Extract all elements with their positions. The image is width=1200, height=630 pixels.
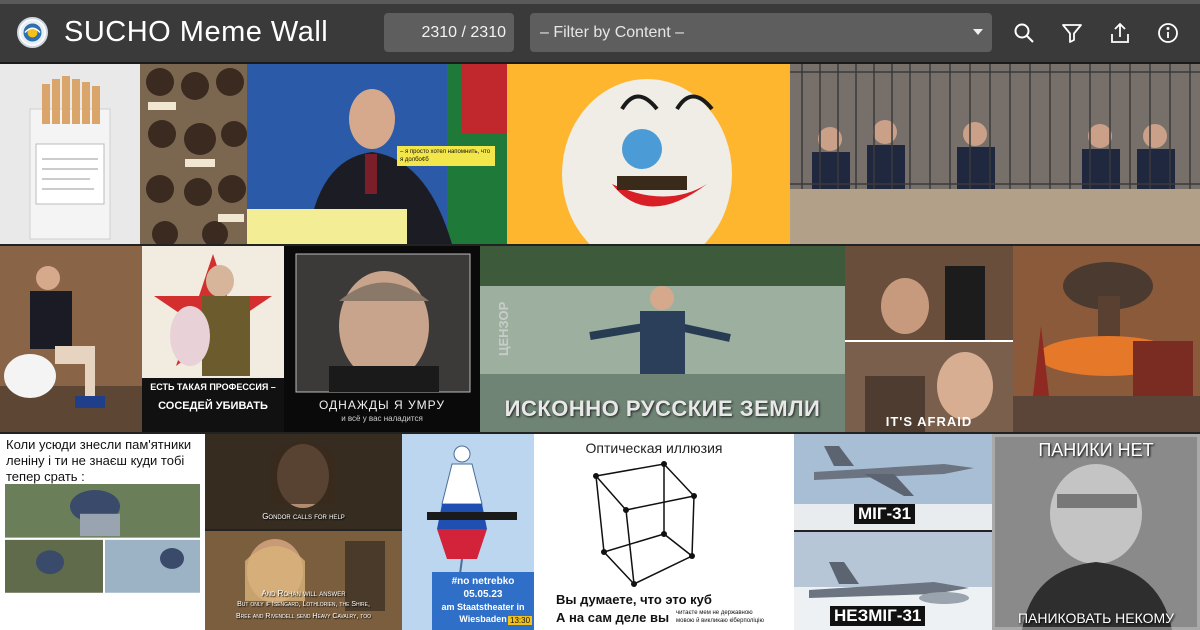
netrebko-time: 13:30 [508,616,533,625]
meme-clown[interactable] [507,64,790,244]
netrebko-line2: 05.05.23 [463,589,503,600]
meme-monuments[interactable]: Коли усюди знесли пам'ятники леніну і ти… [0,434,205,630]
lukashenko-caption: – я просто хотел напомнить, что я долбо¢… [397,146,495,166]
netrebko-line3: am Staatstheater in [441,602,525,612]
panic-top: ПАНИКИ НЕТ [1038,440,1154,460]
meme-its-afraid[interactable]: IT'S AFRAID [845,246,1013,432]
netrebko-line1: #no netrebko [451,576,515,587]
afraid-caption: IT'S AFRAID [885,414,973,429]
mig-caption: МІГ-31 [854,504,916,524]
meme-profession-poster[interactable]: ЕСТЬ ТАКАЯ ПРОФЕССИЯ – СОСЕДЕЙ УБИВАТЬ [142,246,284,432]
meme-courtroom-cage[interactable] [790,64,1200,244]
illusion-small2: мовою й викликаю кіберполіцію [676,618,765,624]
search-icon[interactable] [1012,21,1036,45]
meme-one-day-i-die[interactable]: ОДНАЖДЫ Я УМРУ и всё у вас наладится [284,246,480,432]
monuments-text: Коли усюди знесли пам'ятники леніну і ти… [6,437,192,484]
info-icon[interactable] [1156,21,1180,45]
toolbar: SUCHO Meme Wall 2310 / 2310 – Filter by … [0,4,1200,62]
meme-gondor[interactable]: Gondor calls for help [205,434,402,529]
meme-cigarettes[interactable] [0,64,140,244]
meme-optical-illusion[interactable]: Оптическая иллюзия Вы думаете, что это к… [534,434,794,630]
meme-nezmig31[interactable]: НЕЗМІГ-31 [794,532,992,630]
filter-icon[interactable] [1060,21,1084,45]
rohan-line3: Bree and Rivendell send Heavy Cavalry, t… [236,613,371,620]
meme-netrebko[interactable]: #no netrebko 05.05.23 am Staatstheater i… [402,434,534,630]
meme-rohan[interactable]: And Rohan will answer But only if Isenga… [205,531,402,630]
meme-wall: – я просто хотел напомнить, что я долбо¢… [0,64,1200,630]
illusion-line1: Вы думаете, что это куб [556,592,712,607]
meme-swamp[interactable]: ЦЕНЗОР ИСКОННО РУССКИЕ ЗЕМЛИ [480,246,845,432]
profession-line1: ЕСТЬ ТАКАЯ ПРОФЕССИЯ – [150,382,276,392]
rohan-line2: But only if Isengard, Lothlorien, the Sh… [237,601,370,608]
swamp-watermark: ЦЕНЗОР [496,301,511,356]
chevron-down-icon [973,29,983,35]
content-filter-select[interactable]: – Filter by Content – [530,13,992,52]
die-line1: ОДНАЖДЫ Я УМРУ [318,398,445,412]
meme-chimps-grid[interactable] [140,64,247,244]
gondor-caption: Gondor calls for help [262,512,345,521]
panic-bottom: ПАНИКОВАТЬ НЕКОМУ [1017,610,1175,626]
share-icon[interactable] [1108,21,1132,45]
rohan-line1: And Rohan will answer [261,589,346,598]
meme-lukashenko[interactable]: – я просто хотел напомнить, что я долбо¢… [247,64,507,244]
meme-no-panic[interactable]: ПАНИКИ НЕТ ПАНИКОВАТЬ НЕКОМУ [992,434,1200,630]
item-counter: 2310 / 2310 [384,13,514,52]
meme-nuclear-kremlin[interactable] [1013,246,1200,432]
nezmig-caption: НЕЗМІГ-31 [830,606,926,626]
die-line2: и всё у вас наладится [341,414,423,423]
app-logo-icon[interactable] [17,17,48,48]
swamp-caption: ИСКОННО РУССКИЕ ЗЕМЛИ [504,396,821,421]
meme-toilet[interactable] [0,246,142,432]
content-filter-value: – Filter by Content – [540,24,685,41]
illusion-small1: читаєте мем не державною [676,610,753,616]
profession-line2: СОСЕДЕЙ УБИВАТЬ [158,400,268,412]
meme-mig31[interactable]: МІГ-31 [794,434,992,530]
illusion-line2: А на сам деле вы [556,610,670,625]
app-title: SUCHO Meme Wall [64,16,329,48]
